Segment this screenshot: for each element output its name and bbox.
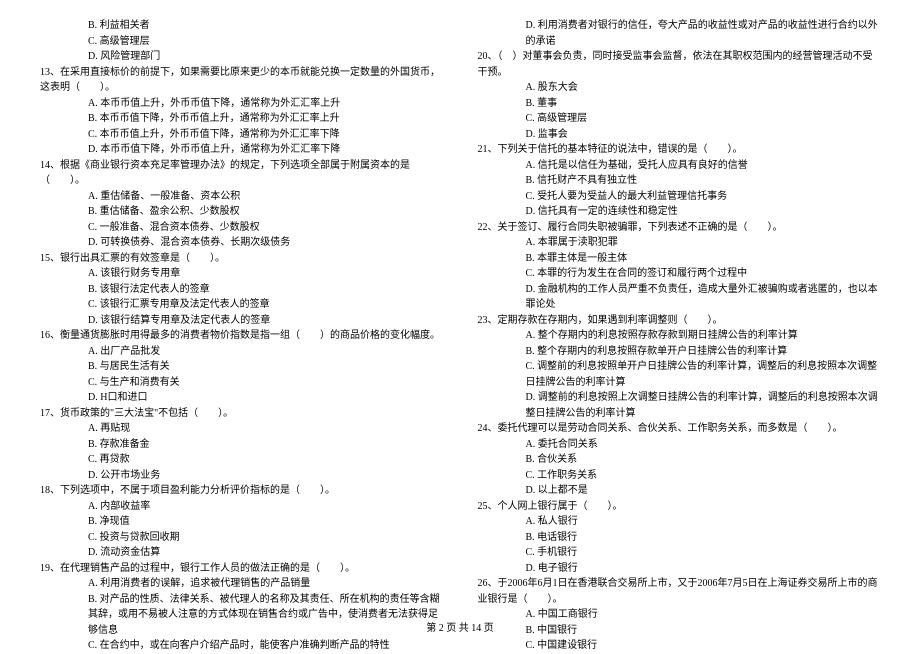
q19-text: 19、在代理销售产品的过程中，银行工作人员的做法正确的是（ ）。 [40,561,443,577]
q25-text: 25、个人网上银行属于（ ）。 [478,499,881,515]
q15-opt-c: C. 该银行汇票专用章及法定代表人的签章 [40,297,443,313]
q24-text: 24、委托代理可以是劳动合同关系、合伙关系、工作职务关系，而多数是（ ）。 [478,421,881,437]
q17-opt-c: C. 再贷款 [40,452,443,468]
q23-opt-c: C. 调整前的利息按照单开户日挂牌公告的利率计算，调整后的利息按照本次调整日挂牌… [478,359,881,390]
q23-text: 23、定期存款在存期内，如果遇到利率调整则（ ）。 [478,313,881,329]
q18-opt-d: D. 流动资金估算 [40,545,443,561]
q14-opt-a: A. 重估储备、一般准备、资本公积 [40,189,443,205]
q18-opt-b: B. 净现值 [40,514,443,530]
q20-opt-c: C. 高级管理层 [478,111,881,127]
q19-opt-d: D. 利用消费者对银行的信任，夸大产品的收益性或对产品的收益性进行合约以外的承诺 [478,18,881,49]
q24-opt-c: C. 工作职务关系 [478,468,881,484]
q22-opt-a: A. 本罪属于渎职犯罪 [478,235,881,251]
q20-opt-d: D. 监事会 [478,127,881,143]
q21-opt-a: A. 信托是以信任为基础，受托人应具有良好的信誉 [478,158,881,174]
q19-opt-c: C. 在合约中，或在向客户介绍产品时，能使客户准确判断产品的特性 [40,638,443,654]
q15-opt-a: A. 该银行财务专用章 [40,266,443,282]
q18-opt-c: C. 投资与贷款回收期 [40,530,443,546]
q25-opt-d: D. 电子银行 [478,561,881,577]
q13-opt-d: D. 本币币值下降，外币币值上升，通常称为外汇汇率下降 [40,142,443,158]
q22-text: 22、关于签订、履行合同失职被骗罪，下列表述不正确的是（ ）。 [478,220,881,236]
q17-opt-b: B. 存款准备金 [40,437,443,453]
q17-opt-d: D. 公开市场业务 [40,468,443,484]
q20-opt-b: B. 董事 [478,96,881,112]
right-column: D. 利用消费者对银行的信任，夸大产品的收益性或对产品的收益性进行合约以外的承诺… [478,18,881,654]
q16-opt-b: B. 与居民生活有关 [40,359,443,375]
q21-text: 21、下列关于信托的基本特征的说法中，错误的是（ ）。 [478,142,881,158]
q16-opt-d: D. H口和进口 [40,390,443,406]
q26-text: 26、于2006年6月1日在香港联合交易所上市，又于2006年7月5日在上海证券… [478,576,881,607]
q13-opt-c: C. 本币币值上升，外币币值下降，通常称为外汇汇率下降 [40,127,443,143]
q15-opt-d: D. 该银行结算专用章及法定代表人的签章 [40,313,443,329]
q22-opt-c: C. 本罪的行为发生在合同的签订和履行两个过程中 [478,266,881,282]
q24-opt-a: A. 委托合同关系 [478,437,881,453]
q16-opt-a: A. 出厂产品批发 [40,344,443,360]
q23-opt-b: B. 整个存期内的利息按照存款单开户日挂牌公告的利率计算 [478,344,881,360]
q12-opt-c: C. 高级管理层 [40,34,443,50]
q24-opt-b: B. 合伙关系 [478,452,881,468]
q22-opt-d: D. 金融机构的工作人员严重不负责任，造成大量外汇被骗购或者逃匿的，也以本罪论处 [478,282,881,313]
q15-opt-b: B. 该银行法定代表人的签章 [40,282,443,298]
q21-opt-c: C. 受托人要为受益人的最大利益管理信托事务 [478,189,881,205]
q12-opt-d: D. 风险管理部门 [40,49,443,65]
q23-opt-a: A. 整个存期内的利息按照存款存款到期日挂牌公告的利率计算 [478,328,881,344]
q14-opt-d: D. 可转换债券、混合资本债券、长期次级债务 [40,235,443,251]
q13-opt-a: A. 本币币值上升，外币币值下降，通常称为外汇汇率上升 [40,96,443,112]
q15-text: 15、银行出具汇票的有效签章是（ ）。 [40,251,443,267]
page-footer: 第 2 页 共 14 页 [0,621,920,637]
q21-opt-d: D. 信托具有一定的连续性和稳定性 [478,204,881,220]
q14-text: 14、根据《商业银行资本充足率管理办法》的规定，下列选项全部属于附属资本的是（ … [40,158,443,189]
q16-text: 16、衡量通货膨胀时用得最多的消费者物价指数是指一组（ ）的商品价格的变化幅度。 [40,328,443,344]
q23-opt-d: D. 调整前的利息按照上次调整日挂牌公告的利率计算，调整后的利息按照本次调整日挂… [478,390,881,421]
q16-opt-c: C. 与生产和消费有关 [40,375,443,391]
left-column: B. 利益相关者 C. 高级管理层 D. 风险管理部门 13、在采用直接标价的前… [40,18,443,654]
q25-opt-a: A. 私人银行 [478,514,881,530]
q17-text: 17、货币政策的"三大法宝"不包括（ ）。 [40,406,443,422]
q20-opt-a: A. 股东大会 [478,80,881,96]
q26-opt-c: C. 中国建设银行 [478,638,881,654]
q13-text: 13、在采用直接标价的前提下，如果需要比原来更少的本币就能兑换一定数量的外国货币… [40,65,443,96]
q17-opt-a: A. 再贴现 [40,421,443,437]
q18-opt-a: A. 内部收益率 [40,499,443,515]
q21-opt-b: B. 信托财产不具有独立性 [478,173,881,189]
q18-text: 18、下列选项中，不属于项目盈利能力分析评价指标的是（ ）。 [40,483,443,499]
q25-opt-c: C. 手机银行 [478,545,881,561]
q12-opt-b: B. 利益相关者 [40,18,443,34]
q14-opt-c: C. 一般准备、混合资本债券、少数股权 [40,220,443,236]
q20-text: 20、（ ）对董事会负责，同时接受监事会监督，依法在其职权范围内的经营管理活动不… [478,49,881,80]
q24-opt-d: D. 以上都不是 [478,483,881,499]
q22-opt-b: B. 本罪主体是一般主体 [478,251,881,267]
q19-opt-a: A. 利用消费者的误解，追求被代理销售的产品销量 [40,576,443,592]
q14-opt-b: B. 重估储备、盈余公积、少数股权 [40,204,443,220]
q13-opt-b: B. 本币币值下降，外币币值上升，通常称为外汇汇率上升 [40,111,443,127]
q25-opt-b: B. 电话银行 [478,530,881,546]
